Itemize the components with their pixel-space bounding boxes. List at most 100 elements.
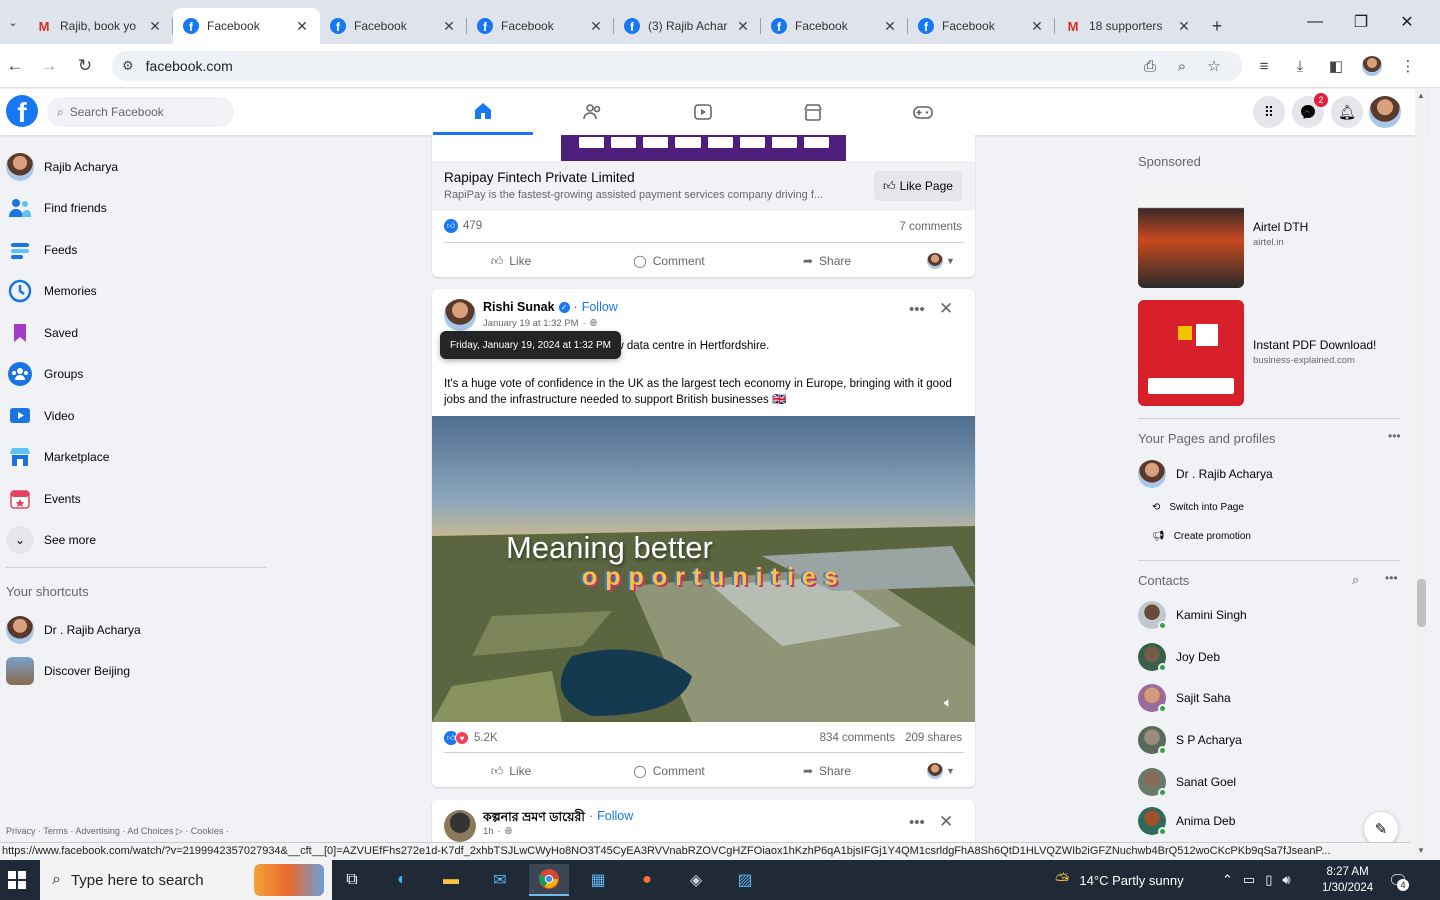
contact-item[interactable]: S P Acharya xyxy=(1138,719,1242,761)
messenger-icon[interactable]: 2 xyxy=(1292,93,1328,128)
reading-list-icon[interactable]: ≡ xyxy=(1254,56,1274,76)
minimize-button[interactable]: — xyxy=(1292,0,1338,44)
menu-kebab-icon[interactable]: ⋮ xyxy=(1398,56,1418,76)
follow-link[interactable]: Follow xyxy=(582,300,618,314)
share-button[interactable]: ➦ Share xyxy=(748,254,906,268)
close-icon[interactable]: ✕ xyxy=(441,18,457,35)
download-icon[interactable]: ⤓ xyxy=(1290,56,1310,76)
notifications-bell-icon[interactable]: 🔔︎ xyxy=(1331,96,1363,128)
close-icon[interactable]: ✕ xyxy=(882,18,898,35)
sidebar-item-groups[interactable]: Groups xyxy=(0,354,280,396)
battery-icon[interactable]: ▯ xyxy=(1265,872,1272,888)
reload-icon[interactable]: ↻ xyxy=(74,55,96,77)
mute-speaker-icon[interactable]: 🔈︎ xyxy=(944,694,952,711)
weather-widget[interactable]: ⛅︎ 14°C Partly sunny xyxy=(1055,860,1184,900)
page-profile-item[interactable]: Dr . Rajib Acharya xyxy=(1138,460,1273,488)
store-icon[interactable]: ▦ xyxy=(578,864,618,896)
comment-count[interactable]: 834 comments xyxy=(820,732,895,744)
like-page-button[interactable]: 👍︎ Like Page xyxy=(874,171,962,201)
sidebar-item-video[interactable]: Video xyxy=(0,395,280,437)
contact-item[interactable]: Sajit Saha xyxy=(1138,677,1231,719)
author-avatar[interactable] xyxy=(444,810,476,842)
sidebar-item-profile[interactable]: Rajib Acharya xyxy=(0,146,280,188)
new-tab-button[interactable]: + xyxy=(1202,8,1232,44)
comment-button[interactable]: ◯ Comment xyxy=(590,764,748,778)
close-icon[interactable]: ✕ xyxy=(939,299,953,319)
tab-video[interactable] xyxy=(653,89,753,135)
share-button[interactable]: ➦ Share xyxy=(748,764,906,778)
contact-item[interactable]: Anima Deb xyxy=(1138,800,1235,842)
search-icon[interactable]: ⌕ xyxy=(1352,572,1359,588)
side-panel-icon[interactable]: ◧ xyxy=(1326,56,1346,76)
footer-links[interactable]: Privacy · Terms · Advertising · Ad Choic… xyxy=(6,826,229,837)
close-icon[interactable]: ✕ xyxy=(588,18,604,35)
scrollbar-thumb[interactable] xyxy=(1417,579,1426,627)
menu-grid-icon[interactable]: ⠿ xyxy=(1253,96,1285,128)
close-icon[interactable]: ✕ xyxy=(1176,18,1192,35)
video-player[interactable]: Meaning better opportunities 🔈︎ xyxy=(432,416,975,722)
scroll-down-arrow-icon[interactable]: ▼ xyxy=(1417,846,1425,855)
file-explorer-icon[interactable]: ▬ xyxy=(431,864,471,896)
network-icon[interactable]: ▭ xyxy=(1243,872,1255,888)
close-icon[interactable]: ✕ xyxy=(1029,18,1045,35)
browser-tab[interactable]: M 18 supporters ✕ xyxy=(1055,8,1202,44)
back-arrow-icon[interactable]: ← xyxy=(4,55,26,77)
comment-count[interactable]: 7 comments xyxy=(899,221,962,233)
sidebar-item-feeds[interactable]: Feeds xyxy=(0,229,280,271)
more-options-icon[interactable]: ••• xyxy=(1385,571,1398,585)
restore-button[interactable]: ❐ xyxy=(1338,0,1384,44)
tab-gaming[interactable] xyxy=(873,89,973,135)
browser-tab[interactable]: f Facebook ✕ xyxy=(908,8,1055,44)
sidebar-item-saved[interactable]: Saved xyxy=(0,312,280,354)
close-icon[interactable]: ✕ xyxy=(147,18,163,35)
facebook-logo-icon[interactable]: f xyxy=(6,95,38,127)
ad-link-preview[interactable]: Rapipay Fintech Private Limited RapiPay … xyxy=(432,161,975,211)
install-app-icon[interactable]: ⎙ xyxy=(1140,56,1160,76)
sidebar-item-marketplace[interactable]: Marketplace xyxy=(0,437,280,479)
close-icon[interactable]: ✕ xyxy=(735,18,751,35)
browser-tab[interactable]: f Facebook ✕ xyxy=(761,8,908,44)
close-window-button[interactable]: ✕ xyxy=(1384,0,1430,44)
create-promotion-link[interactable]: 📢︎ Create promotion xyxy=(1152,531,1251,542)
switch-into-page-link[interactable]: ⟲ Switch into Page xyxy=(1152,502,1244,513)
tab-marketplace[interactable] xyxy=(763,89,863,135)
browser-tab[interactable]: f (3) Rajib Achar ✕ xyxy=(614,8,761,44)
browser-tab[interactable]: f Facebook ✕ xyxy=(467,8,614,44)
reaction-summary[interactable]: 👍︎ 479 xyxy=(444,219,482,233)
reaction-identity-selector[interactable]: ▼ xyxy=(906,253,975,269)
windows-start-icon[interactable] xyxy=(8,871,26,892)
shortcut-item[interactable]: Discover Beijing xyxy=(0,651,280,693)
sidebar-item-events[interactable]: Events xyxy=(0,478,280,520)
address-bar[interactable]: ⚙ facebook.com xyxy=(112,51,1242,81)
author-avatar[interactable] xyxy=(444,299,476,331)
profile-avatar[interactable] xyxy=(1362,56,1382,76)
tab-search-chevron-icon[interactable]: ⌄ xyxy=(0,0,26,44)
contact-item[interactable]: Kamini Singh xyxy=(1138,594,1247,636)
sidebar-item-see-more[interactable]: ⌄ See more xyxy=(0,520,280,562)
task-view-icon[interactable]: ⧉ xyxy=(332,864,372,896)
tab-home[interactable] xyxy=(433,89,533,135)
mail-icon[interactable]: ✉ xyxy=(480,864,520,896)
sponsored-item[interactable]: Instant PDF Download! business-explained… xyxy=(1138,300,1400,406)
reaction-summary[interactable]: 👍︎ ♥ 5.2K xyxy=(444,731,498,745)
new-message-button[interactable]: ✎ xyxy=(1364,812,1398,846)
edge-browser-icon[interactable]: ◐ xyxy=(382,864,422,896)
more-options-icon[interactable]: ••• xyxy=(909,301,925,318)
browser-tab[interactable]: f Facebook ✕ xyxy=(320,8,467,44)
page-scrollbar[interactable]: ▲ ▼ xyxy=(1415,89,1428,859)
like-button[interactable]: 👍︎ Like xyxy=(432,764,590,779)
close-icon[interactable]: ✕ xyxy=(939,812,953,832)
shortcut-item[interactable]: Dr . Rajib Acharya xyxy=(0,609,280,651)
like-button[interactable]: 👍︎ Like xyxy=(432,254,590,269)
share-count[interactable]: 209 shares xyxy=(905,732,962,744)
sidebar-item-find-friends[interactable]: Find friends xyxy=(0,188,280,230)
sidebar-item-memories[interactable]: Memories xyxy=(0,271,280,313)
author-name[interactable]: Rishi Sunak xyxy=(483,300,555,314)
comment-button[interactable]: ◯ Comment xyxy=(590,254,748,268)
tab-friends[interactable] xyxy=(543,89,643,135)
taskbar-search-input[interactable]: ⌕ Type here to search xyxy=(40,860,332,900)
site-settings-icon[interactable]: ⚙ xyxy=(122,58,134,74)
contact-item[interactable]: Sanat Goel xyxy=(1138,761,1236,803)
follow-link[interactable]: Follow xyxy=(597,809,633,829)
search-input[interactable]: ⌕ Search Facebook xyxy=(47,97,234,127)
